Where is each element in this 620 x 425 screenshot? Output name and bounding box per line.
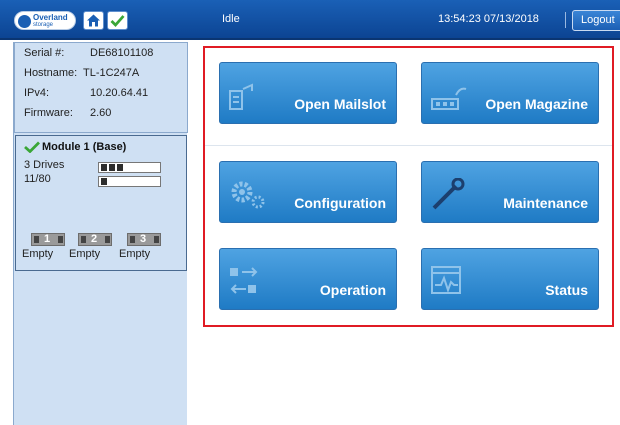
action-panel: Open Mailslot Open Magazine Configuratio…: [203, 46, 614, 327]
serial-label: Serial #:: [24, 47, 65, 59]
mag-slot: [34, 236, 39, 243]
status-chart-icon: [431, 266, 461, 294]
tile-label: Configuration: [294, 195, 386, 211]
mailslot-icon: [229, 83, 253, 110]
ipv4-label: IPv4:: [24, 87, 50, 99]
status-button[interactable]: Status: [421, 248, 599, 310]
mag-slot: [154, 236, 159, 243]
maintenance-button[interactable]: Maintenance: [421, 161, 599, 223]
open-magazine-button[interactable]: Open Magazine: [421, 62, 599, 124]
open-mailslot-button[interactable]: Open Mailslot: [219, 62, 397, 124]
overland-logo-icon: Overland storage: [14, 11, 76, 30]
drives-label: 3 Drives: [24, 159, 65, 171]
tile-label: Operation: [319, 282, 386, 298]
drive-cell: [101, 164, 107, 171]
drives-gauge: [98, 162, 161, 173]
tile-label: Open Mailslot: [294, 96, 386, 112]
magazine-2[interactable]: 2: [78, 233, 112, 246]
firmware-value: 2.60: [90, 107, 112, 119]
serial-value: DE68101108: [90, 47, 154, 59]
header-divider: [565, 12, 566, 28]
mag-slot: [81, 236, 86, 243]
firmware-label: Firmware:: [24, 107, 73, 119]
operation-arrows-icon: [230, 267, 258, 294]
mag-slot: [58, 236, 63, 243]
hostname-value: TL-1C247A: [83, 67, 140, 79]
drive-cell: [109, 164, 115, 171]
library-status: Idle: [222, 13, 240, 25]
magazine-3-status: Empty: [119, 248, 151, 260]
checkmark-icon: [110, 15, 125, 28]
panel-divider: [205, 145, 612, 146]
checkmark-icon: [24, 141, 40, 153]
status-check-button[interactable]: [107, 11, 128, 30]
configuration-button[interactable]: Configuration: [219, 161, 397, 223]
magazine-1-status: Empty: [22, 248, 54, 260]
magazine-icon: [431, 87, 467, 110]
home-icon: [87, 14, 100, 27]
datetime: 13:54:23 07/13/2018: [438, 13, 539, 25]
magazine-number: 1: [44, 233, 51, 245]
magazine-3[interactable]: 3: [127, 233, 161, 246]
module-panel[interactable]: Module 1 (Base) 3 Drives 11/80 1 2 3 Emp…: [15, 135, 187, 271]
sidebar: Serial #: DE68101108 Hostname: TL-1C247A…: [13, 42, 188, 425]
magazine-2-status: Empty: [69, 248, 101, 260]
wrench-icon: [432, 178, 465, 210]
magazine-number: 2: [91, 233, 98, 245]
ipv4-value: 10.20.64.41: [90, 87, 149, 99]
system-info-panel: Serial #: DE68101108 Hostname: TL-1C247A…: [14, 42, 188, 133]
slots-label: 11/80: [24, 173, 51, 185]
logo-mark: [18, 15, 31, 28]
mag-slot: [130, 236, 135, 243]
top-bar: Overland storage Idle 13:54:23 07/13/201…: [0, 0, 620, 40]
slot-cell: [101, 178, 107, 185]
magazine-1[interactable]: 1: [31, 233, 65, 246]
module-title: Module 1 (Base): [42, 141, 127, 153]
logo-text: Overland: [33, 13, 68, 22]
drive-cell: [117, 164, 123, 171]
slots-gauge: [98, 176, 161, 187]
tile-label: Maintenance: [503, 195, 588, 211]
tile-label: Open Magazine: [485, 96, 588, 112]
operation-button[interactable]: Operation: [219, 248, 397, 310]
gears-icon: [231, 181, 265, 209]
home-button[interactable]: [83, 11, 104, 30]
magazine-number: 3: [140, 233, 147, 245]
hostname-label: Hostname:: [24, 67, 78, 79]
logo-subtext: storage: [33, 22, 54, 28]
logout-button[interactable]: Logout: [572, 10, 620, 31]
mag-slot: [105, 236, 110, 243]
tile-label: Status: [545, 282, 588, 298]
